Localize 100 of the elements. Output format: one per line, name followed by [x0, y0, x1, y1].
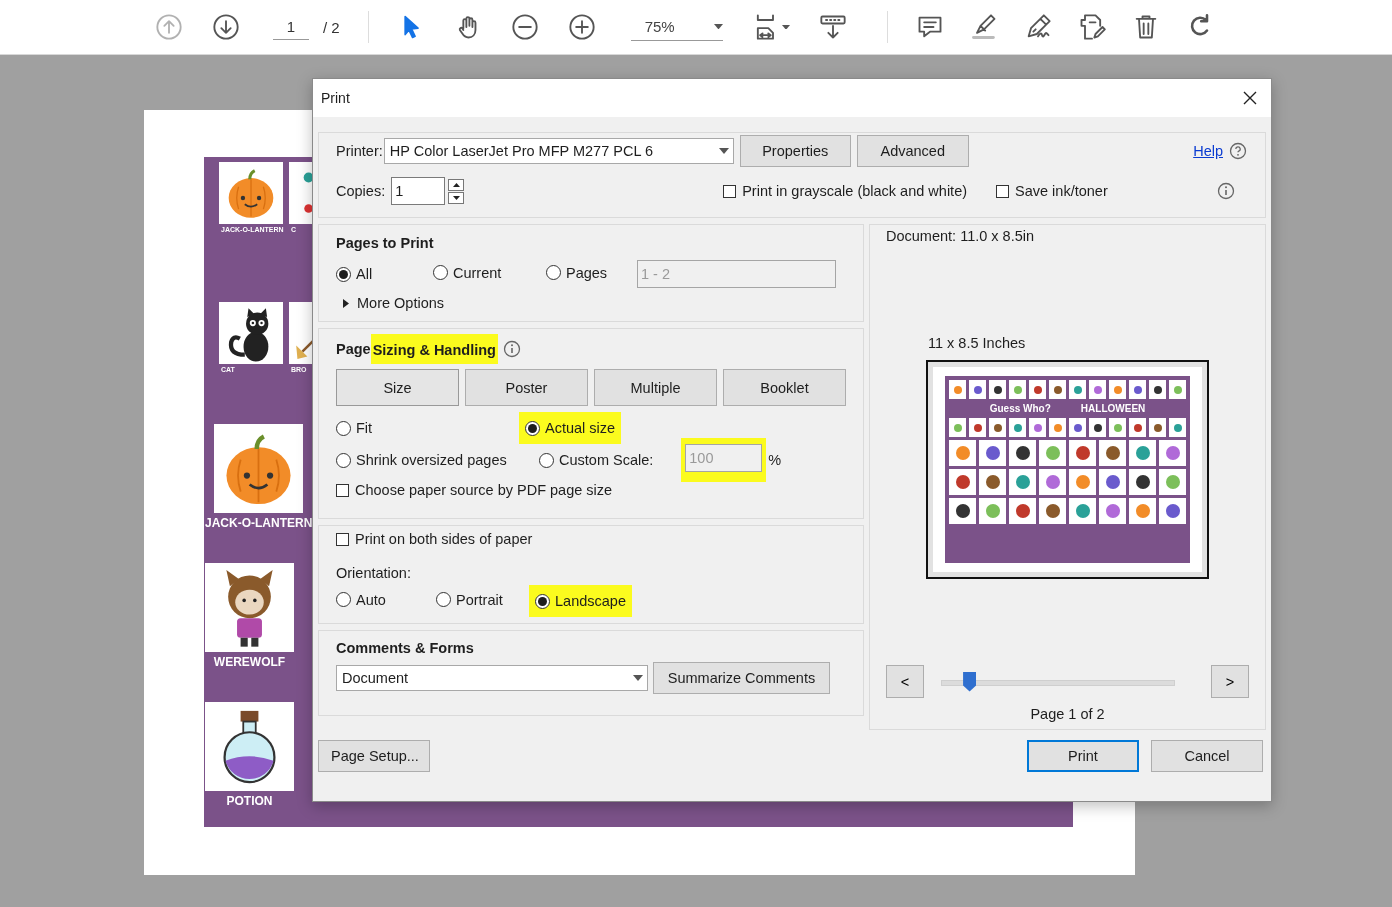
radio-button[interactable]	[433, 265, 448, 281]
radio-label[interactable]: Pages	[566, 264, 608, 281]
section-title: Pages to Print	[336, 235, 435, 251]
summarize-comments-button[interactable]: Summarize Comments	[653, 662, 830, 694]
radio-button[interactable]	[336, 420, 351, 436]
info-icon[interactable]	[1217, 182, 1235, 200]
scroll-icon[interactable]	[818, 13, 847, 41]
radio-button[interactable]	[436, 592, 451, 608]
radio-label[interactable]: Current	[453, 264, 502, 281]
thumbnail-tile	[1159, 440, 1186, 466]
radio-button[interactable]	[336, 452, 351, 468]
radio-button[interactable]	[539, 452, 554, 468]
advanced-button[interactable]: Advanced	[856, 135, 969, 167]
thumbnail-tile	[1009, 380, 1026, 399]
printer-label: Printer:	[336, 143, 383, 159]
thumbnail-tile	[969, 418, 986, 437]
thumbnail-tile	[1159, 469, 1186, 495]
checkbox[interactable]	[336, 532, 349, 546]
page-number-field[interactable]: 1	[273, 14, 309, 40]
radio-label[interactable]: All	[356, 266, 373, 283]
arrow-down-icon[interactable]	[212, 13, 240, 41]
percent-label: %	[768, 452, 782, 468]
chevron-icon[interactable]	[718, 148, 729, 154]
thumbnail-tile	[1089, 380, 1106, 399]
thumbnail-tile	[1069, 440, 1096, 466]
zoom-dropdown[interactable]: 75%	[630, 13, 723, 41]
spin-up-icon[interactable]	[448, 178, 465, 191]
page-indicator: Page 1 of 2	[1030, 706, 1105, 722]
thumbnail-tile	[1039, 498, 1066, 524]
checkbox-label[interactable]: Print on both sides of paper	[355, 531, 533, 547]
radio-label[interactable]: Actual size	[545, 420, 616, 436]
caret-icon[interactable]	[781, 24, 790, 30]
thumbnail-tile	[1129, 380, 1146, 399]
radio-button[interactable]	[525, 420, 540, 436]
thumbnail-tile	[1009, 440, 1036, 466]
thumbnail-tile	[1109, 380, 1126, 399]
radio-button[interactable]	[535, 593, 550, 609]
caret-icon[interactable]	[713, 23, 723, 30]
page-count: / 2	[323, 18, 340, 36]
thumbnail-tile	[1129, 469, 1156, 495]
properties-button[interactable]: Properties	[739, 135, 851, 167]
paper-size: 11 x 8.5 Inches	[928, 335, 1027, 351]
cancel-button[interactable]: Cancel	[1151, 740, 1263, 772]
radio-label[interactable]: Shrink oversized pages	[356, 452, 507, 468]
zoom-in-icon[interactable]	[567, 13, 596, 41]
sizing-tab[interactable]: Size	[336, 369, 459, 406]
thumbnail-tile	[1099, 469, 1126, 495]
document-size: Document: 11.0 x 8.5in	[886, 228, 1036, 244]
sizing-tab[interactable]: Booklet	[723, 369, 846, 406]
comments-dropdown[interactable]: Document	[336, 665, 648, 691]
dialog-title: Print	[321, 90, 350, 106]
radio-button[interactable]	[546, 265, 561, 281]
copies-field[interactable]: 1	[391, 177, 446, 205]
sizing-tab[interactable]: Multiple	[594, 369, 717, 406]
thumbnail-tile	[1049, 418, 1066, 437]
previous-page-button[interactable]: <	[886, 665, 924, 698]
checkbox[interactable]	[723, 184, 737, 198]
radio-button[interactable]	[336, 266, 351, 282]
radio-label[interactable]: Auto	[356, 591, 386, 608]
expand-icon[interactable]	[342, 298, 350, 308]
cat-drawing	[219, 302, 283, 364]
zoom-out-icon[interactable]	[510, 13, 539, 41]
page-setup-button[interactable]: Page Setup...	[318, 740, 430, 772]
more-options-toggle[interactable]: More Options	[342, 295, 846, 311]
chevron-icon[interactable]	[633, 675, 643, 681]
thumbnail-tile	[949, 380, 966, 399]
thumbnail-tile	[989, 418, 1006, 437]
thumbnail-tile	[949, 469, 976, 495]
highlighter-icon[interactable]	[969, 13, 998, 41]
thumbnail-tile	[1129, 418, 1146, 437]
thumbnail-tile	[1099, 498, 1126, 524]
radio-label[interactable]: Portrait	[456, 591, 503, 608]
radio-label[interactable]: Custom Scale:	[559, 452, 654, 468]
spin-down-icon[interactable]	[448, 191, 465, 204]
thumbnail-tile	[969, 380, 986, 399]
help-link[interactable]: Help	[1193, 143, 1223, 159]
sizing-tab[interactable]: Poster	[465, 369, 588, 406]
next-page-button[interactable]: >	[1211, 665, 1249, 698]
page-slider[interactable]	[941, 671, 1175, 692]
orientation-label: Orientation:	[336, 565, 412, 581]
sheet-subtitle: HALLOWEEN	[1080, 403, 1146, 414]
close-icon[interactable]	[1243, 91, 1257, 105]
radio-button[interactable]	[336, 592, 351, 608]
checkbox-label[interactable]: Print in grayscale (black and white)	[742, 183, 968, 199]
checkbox-label[interactable]: Save ink/toner	[1015, 183, 1108, 199]
thumbnail-tile	[1129, 440, 1156, 466]
info-icon[interactable]	[502, 340, 521, 358]
printer-dropdown[interactable]: HP Color LaserJet Pro MFP M277 PCL 6	[383, 138, 734, 164]
help-icon[interactable]	[1229, 142, 1247, 160]
checkbox-label[interactable]: Choose paper source by PDF page size	[355, 482, 613, 498]
thumbnail-tile	[1169, 418, 1186, 437]
slider-thumb[interactable]	[963, 671, 977, 692]
radio-label[interactable]: Landscape	[555, 593, 626, 609]
thumbnail-tile	[1029, 418, 1046, 437]
radio-label[interactable]: Fit	[356, 420, 373, 436]
print-button[interactable]: Print	[1027, 740, 1139, 772]
checkbox[interactable]	[336, 483, 349, 497]
thumbnail-tile	[1049, 380, 1066, 399]
checkbox[interactable]	[996, 184, 1010, 198]
thumbnail-tile	[1149, 418, 1166, 437]
